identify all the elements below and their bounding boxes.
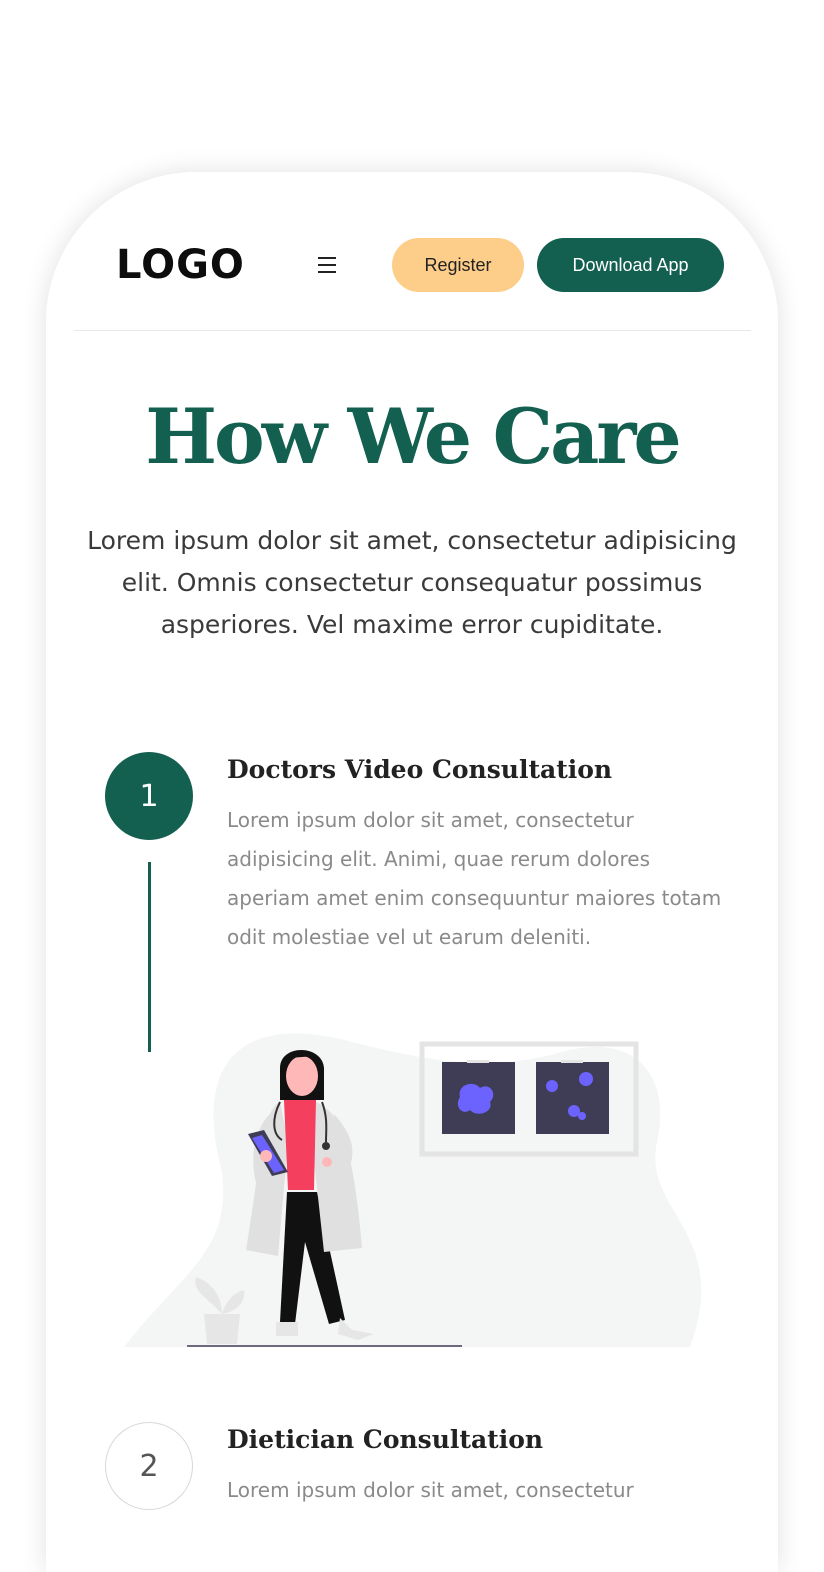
hamburger-menu-icon[interactable] xyxy=(318,254,340,276)
nav-divider xyxy=(74,330,751,331)
step-description: Lorem ipsum dolor sit amet, consectetur … xyxy=(227,808,722,949)
page-title: How We Care xyxy=(145,392,681,481)
navbar: LOGO Register Download App xyxy=(46,172,778,332)
step-title: Doctors Video Consultation xyxy=(227,755,613,784)
register-button[interactable]: Register xyxy=(392,238,524,292)
download-app-button[interactable]: Download App xyxy=(537,238,724,292)
phone-frame: LOGO Register Download App How We Care L… xyxy=(46,172,778,1572)
step-description: Lorem ipsum dolor sit amet, consectetur xyxy=(227,1478,634,1502)
intro-text: Lorem ipsum dolor sit amet, consectetur … xyxy=(87,526,737,639)
step-title: Dietician Consultation xyxy=(227,1425,544,1454)
step-number-2: 2 xyxy=(105,1422,193,1510)
step-number-1: 1 xyxy=(105,752,193,840)
logo[interactable]: LOGO xyxy=(116,242,245,288)
doctor-illustration xyxy=(124,1033,702,1347)
